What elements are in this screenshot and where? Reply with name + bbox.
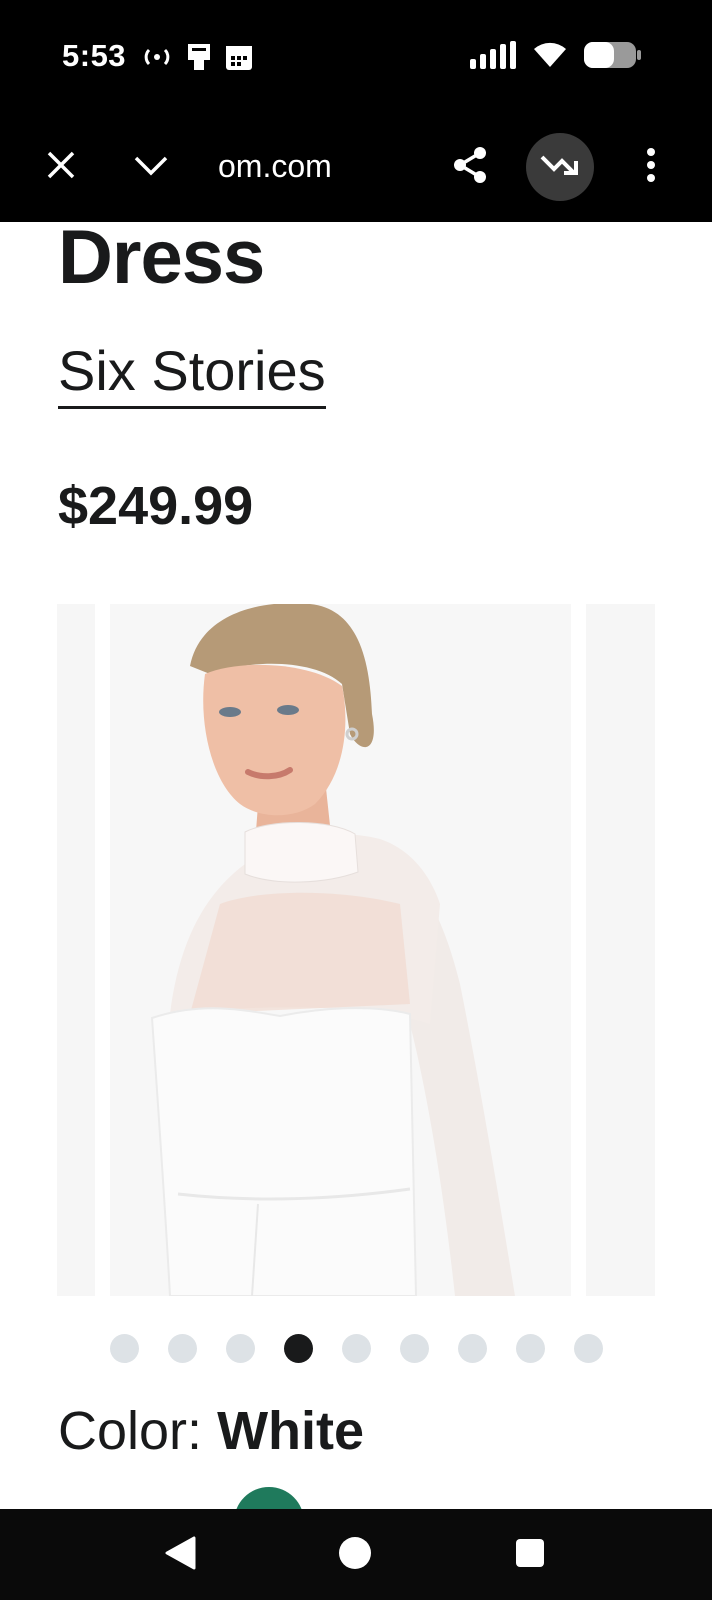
hotspot-icon — [140, 45, 174, 74]
pagination-dot[interactable] — [400, 1334, 429, 1363]
browser-toolbar: om.com — [0, 112, 712, 222]
pagination-dot-active[interactable] — [284, 1334, 313, 1363]
status-right-icons — [470, 40, 642, 75]
carousel-pagination — [110, 1334, 603, 1363]
sim-card-icon — [184, 42, 214, 77]
pagination-dot[interactable] — [342, 1334, 371, 1363]
share-button[interactable] — [440, 137, 500, 197]
product-photo-illustration — [110, 604, 571, 1296]
signal-icon — [470, 41, 516, 74]
pagination-dot[interactable] — [574, 1334, 603, 1363]
status-left-icons — [140, 42, 254, 77]
pagination-dot[interactable] — [458, 1334, 487, 1363]
pagination-dot[interactable] — [516, 1334, 545, 1363]
product-image[interactable] — [110, 604, 571, 1296]
brand-link[interactable]: Six Stories — [58, 340, 326, 409]
close-icon — [46, 150, 76, 185]
close-tab-button[interactable] — [31, 137, 91, 197]
chevron-down-icon — [133, 153, 169, 182]
pagination-dot[interactable] — [226, 1334, 255, 1363]
pagination-dot[interactable] — [168, 1334, 197, 1363]
system-navigation-bar — [0, 1509, 712, 1600]
pagination-dot[interactable] — [110, 1334, 139, 1363]
home-button[interactable] — [332, 1532, 378, 1578]
recents-button[interactable] — [507, 1532, 553, 1578]
back-icon — [162, 1535, 198, 1576]
wifi-icon — [532, 41, 568, 74]
share-icon — [450, 145, 490, 190]
next-image-peek[interactable] — [586, 604, 655, 1296]
status-bar: 5:53 — [0, 0, 712, 112]
recents-icon — [514, 1537, 546, 1574]
color-label: Color: — [58, 1401, 203, 1461]
back-button[interactable] — [157, 1532, 203, 1578]
product-title: Dress — [58, 215, 265, 300]
more-options-button[interactable] — [621, 137, 681, 197]
previous-image-peek[interactable] — [57, 604, 95, 1296]
battery-icon — [584, 40, 642, 75]
price-tracking-button[interactable] — [526, 133, 594, 201]
more-vertical-icon — [646, 147, 656, 188]
product-price: $249.99 — [58, 476, 254, 536]
image-carousel[interactable] — [0, 604, 712, 1296]
home-icon — [337, 1535, 373, 1576]
calendar-icon — [224, 42, 254, 77]
color-selection: Color: White — [58, 1400, 364, 1462]
status-time: 5:53 — [62, 38, 127, 73]
minimize-button[interactable] — [121, 137, 181, 197]
url-text[interactable]: om.com — [218, 148, 418, 185]
color-value: White — [217, 1401, 365, 1461]
price-drop-icon — [540, 151, 580, 184]
